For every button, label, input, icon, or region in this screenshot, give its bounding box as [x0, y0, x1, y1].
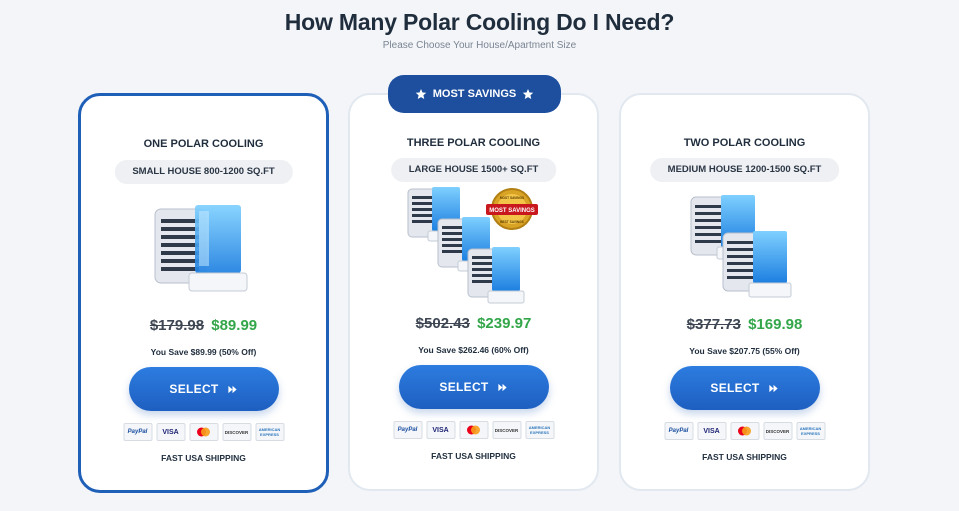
- savings-text: You Save $262.46 (60% Off): [418, 345, 529, 355]
- star-icon: [415, 89, 426, 99]
- savings-text: You Save $89.99 (50% Off): [150, 347, 257, 357]
- badge-main-text: MOST SAVINGS: [489, 208, 535, 214]
- payment-methods: PayPal VISA DISCOVER AMERICAN EXPRESS: [123, 423, 284, 441]
- select-button[interactable]: SELECT: [398, 365, 549, 409]
- old-price: $377.73: [686, 316, 741, 333]
- amex-icon: AMERICAN EXPRESS: [255, 423, 284, 441]
- amex-icon: AMERICAN EXPRESS: [796, 422, 825, 440]
- house-size-pill: SMALL HOUSE 800-1200 SQ.FT: [114, 160, 293, 184]
- old-price: $179.98: [149, 317, 205, 334]
- cooler-product-image: [690, 195, 791, 298]
- select-button[interactable]: SELECT: [128, 367, 279, 411]
- shipping-text: FAST USA SHIPPING: [161, 453, 246, 463]
- select-label: SELECT: [710, 381, 760, 395]
- payment-methods: PayPal VISA DISCOVER AMERICAN EXPRESS: [393, 421, 554, 439]
- ribbon-label: MOST SAVINGS: [432, 88, 517, 100]
- cooler-product-image: [154, 205, 247, 292]
- package-card-one[interactable]: ONE POLAR COOLING SMALL HOUSE 800-1200 S…: [78, 93, 329, 493]
- double-chevron-right-icon: [497, 383, 507, 391]
- shipping-text: FAST USA SHIPPING: [431, 451, 516, 461]
- house-size-pill: MEDIUM HOUSE 1200-1500 SQ.FT: [649, 158, 840, 182]
- star-icon: [523, 89, 534, 99]
- mastercard-icon: [730, 422, 759, 440]
- price-row: $377.73 $169.98: [621, 316, 868, 333]
- shipping-text: FAST USA SHIPPING: [702, 452, 787, 462]
- discover-icon: DISCOVER: [222, 423, 251, 441]
- double-chevron-right-icon: [227, 385, 237, 393]
- mastercard-icon: [189, 423, 218, 441]
- double-chevron-right-icon: [768, 384, 778, 392]
- price-row: $179.98 $89.99: [81, 317, 326, 334]
- new-price: $89.99: [211, 317, 258, 334]
- card-title: ONE POLAR COOLING: [143, 138, 264, 150]
- select-label: SELECT: [439, 380, 489, 394]
- badge-top-text: MOST SAVINGS: [499, 196, 523, 200]
- payment-methods: PayPal VISA DISCOVER AMERICAN EXPRESS: [664, 422, 825, 440]
- mastercard-icon: [459, 421, 488, 439]
- price-row: $502.43 $239.97: [350, 315, 597, 332]
- package-card-two[interactable]: TWO POLAR COOLING MEDIUM HOUSE 1200-1500…: [619, 93, 870, 491]
- amex-icon: AMERICAN EXPRESS: [525, 421, 554, 439]
- card-title: THREE POLAR COOLING: [406, 137, 541, 149]
- discover-icon: DISCOVER: [492, 421, 521, 439]
- select-label: SELECT: [169, 382, 219, 396]
- house-size-pill: LARGE HOUSE 1500+ SQ.FT: [390, 158, 557, 182]
- discover-icon: DISCOVER: [763, 422, 792, 440]
- badge-bottom-text: BEST SAVINGS: [500, 220, 524, 224]
- old-price: $502.43: [415, 315, 470, 332]
- savings-text: You Save $207.75 (55% Off): [689, 346, 800, 356]
- visa-icon: VISA: [156, 423, 185, 441]
- most-savings-badge: MOST SAVINGS MOST SAVINGS BEST SAVINGS: [485, 188, 538, 230]
- select-button[interactable]: SELECT: [669, 366, 820, 410]
- paypal-icon: PayPal: [664, 422, 693, 440]
- new-price: $239.97: [477, 315, 532, 332]
- most-savings-ribbon: MOST SAVINGS: [388, 75, 561, 113]
- cooler-product-image: MOST SAVINGS MOST SAVINGS BEST SAVINGS: [407, 187, 538, 304]
- visa-icon: VISA: [697, 422, 726, 440]
- new-price: $169.98: [748, 316, 803, 333]
- visa-icon: VISA: [426, 421, 455, 439]
- package-card-three[interactable]: THREE POLAR COOLING LARGE HOUSE 1500+ SQ…: [348, 93, 599, 491]
- page-title: How Many Polar Cooling Do I Need?: [284, 9, 675, 35]
- paypal-icon: PayPal: [123, 423, 152, 441]
- card-title: TWO POLAR COOLING: [683, 137, 806, 149]
- page-subtitle: Please Choose Your House/Apartment Size: [382, 40, 577, 51]
- paypal-icon: PayPal: [393, 421, 422, 439]
